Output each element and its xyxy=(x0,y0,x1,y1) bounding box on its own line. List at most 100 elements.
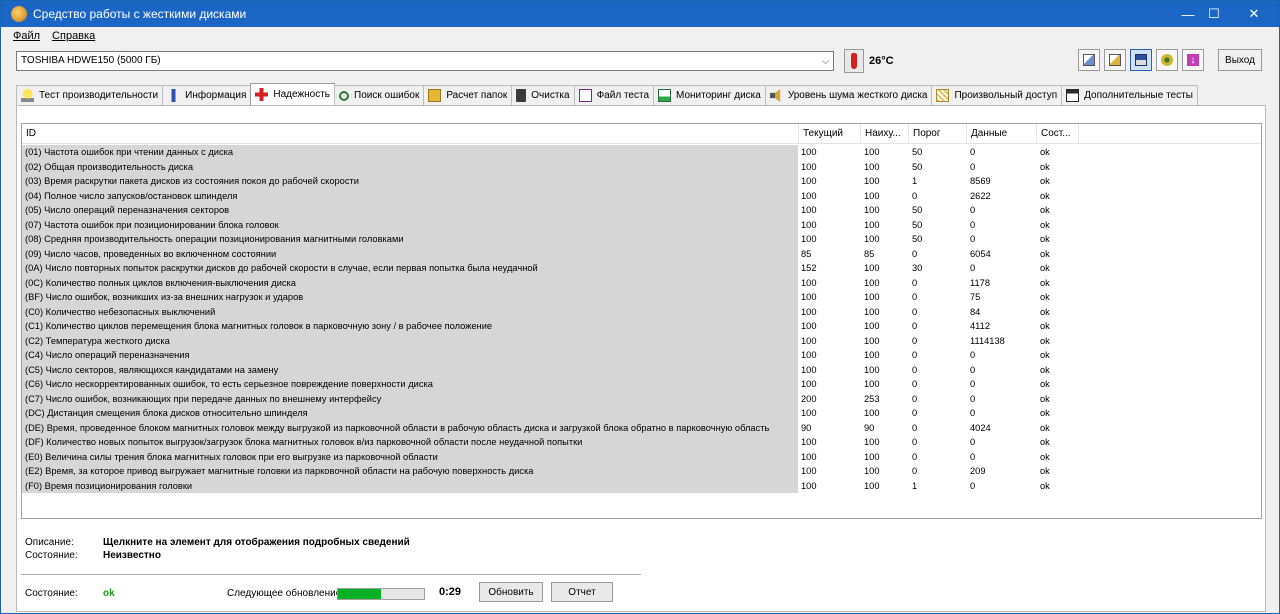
table-row[interactable]: (DF) Количество новых попыток выгрузок/з… xyxy=(22,435,1079,450)
column-header-data[interactable]: Данные xyxy=(967,124,1037,144)
drive-select[interactable]: TOSHIBA HDWE150 (5000 ГБ) ⌵ xyxy=(16,51,834,71)
table-row[interactable]: (04) Полное число запусков/остановок шпи… xyxy=(22,188,1079,203)
report-button[interactable]: Отчет xyxy=(551,582,613,602)
tab-cleanup[interactable]: Очистка xyxy=(511,85,575,105)
refresh-button[interactable]: Обновить xyxy=(479,582,543,602)
title-bar[interactable]: Средство работы с жесткими дисками — ☐ ✕ xyxy=(1,1,1279,27)
cell-threshold: 1 xyxy=(909,174,967,189)
column-header-current[interactable]: Текущий xyxy=(799,124,861,144)
cell-data: 0 xyxy=(967,362,1037,377)
cell-worst: 100 xyxy=(861,290,909,305)
smart-attributes-table[interactable]: ID Текущий Наиху... Порог Данные Сост...… xyxy=(21,123,1262,519)
divider xyxy=(21,574,641,575)
table-row[interactable]: (01) Частота ошибок при чтении данных с … xyxy=(22,145,1079,160)
cell-current: 152 xyxy=(798,261,861,276)
tab-folder-usage[interactable]: Расчет папок xyxy=(423,85,513,105)
cell-data: 6054 xyxy=(967,246,1037,261)
maximize-button[interactable]: ☐ xyxy=(1193,1,1235,27)
cell-data: 0 xyxy=(967,449,1037,464)
cell-threshold: 0 xyxy=(909,246,967,261)
table-row[interactable]: (BF) Число ошибок, возникших из-за внешн… xyxy=(22,290,1079,305)
cell-status: ok xyxy=(1037,159,1079,174)
cell-worst: 100 xyxy=(861,217,909,232)
table-row[interactable]: (E2) Время, за которое привод выгружает … xyxy=(22,464,1079,479)
tab-disk-monitoring[interactable]: Мониторинг диска xyxy=(653,85,766,105)
cell-current: 85 xyxy=(798,246,861,261)
cell-worst: 100 xyxy=(861,319,909,334)
menu-file[interactable]: Файл xyxy=(13,30,40,42)
tab-extra-tests[interactable]: Дополнительные тесты xyxy=(1061,85,1198,105)
table-row[interactable]: (DE) Время, проведенное блоком магнитных… xyxy=(22,420,1079,435)
column-header-worst[interactable]: Наиху... xyxy=(861,124,909,144)
close-button[interactable]: ✕ xyxy=(1231,1,1277,27)
tab-random-access[interactable]: Произвольный доступ xyxy=(931,85,1063,105)
cell-status: ok xyxy=(1037,145,1079,160)
table-row[interactable]: (09) Число часов, проведенных во включен… xyxy=(22,246,1079,261)
cell-id: (08) Средняя производительность операции… xyxy=(22,232,798,247)
column-header-id[interactable]: ID xyxy=(22,124,799,144)
tab-noise-level[interactable]: Уровень шума жесткого диска xyxy=(764,85,933,105)
description-value: Щелкните на элемент для отображения подр… xyxy=(103,537,410,548)
details-state-value: Неизвестно xyxy=(103,550,161,561)
table-row[interactable]: (C5) Число секторов, являющихся кандидат… xyxy=(22,362,1079,377)
cell-id: (C2) Температура жесткого диска xyxy=(22,333,798,348)
table-row[interactable]: (03) Время раскрутки пакета дисков из со… xyxy=(22,174,1079,189)
copy-button[interactable] xyxy=(1078,49,1100,71)
copy-icon xyxy=(1083,54,1095,66)
cell-data: 0 xyxy=(967,217,1037,232)
cell-data: 0 xyxy=(967,391,1037,406)
cell-worst: 85 xyxy=(861,246,909,261)
cell-id: (C1) Количество циклов перемещения блока… xyxy=(22,319,798,334)
cell-id: (DC) Дистанция смещения блока дисков отн… xyxy=(22,406,798,421)
tab-performance-test[interactable]: Тест производительности xyxy=(16,85,164,105)
cell-status: ok xyxy=(1037,420,1079,435)
table-row[interactable]: (C7) Число ошибок, возникающих при перед… xyxy=(22,391,1079,406)
cell-id: (04) Полное число запусков/остановок шпи… xyxy=(22,188,798,203)
menu-help[interactable]: Справка xyxy=(52,30,95,42)
table-row[interactable]: (C2) Температура жесткого диска 100 100 0 11… xyxy=(22,333,1079,348)
tab-reliability[interactable]: Надежность xyxy=(250,83,336,105)
cell-id: (02) Общая производительность диска xyxy=(22,159,798,174)
column-header-threshold[interactable]: Порог xyxy=(909,124,967,144)
table-row[interactable]: (C6) Число нескорректированных ошибок, т… xyxy=(22,377,1079,392)
cell-data: 84 xyxy=(967,304,1037,319)
table-row[interactable]: (02) Общая производительность диска 100 10… xyxy=(22,159,1079,174)
random-access-icon xyxy=(936,89,950,102)
download-button[interactable]: ↓ xyxy=(1182,49,1204,71)
cell-threshold: 0 xyxy=(909,449,967,464)
cell-worst: 100 xyxy=(861,188,909,203)
column-header-status[interactable]: Сост... xyxy=(1037,124,1079,144)
table-row[interactable]: (E0) Величина силы трения блока магнитны… xyxy=(22,449,1079,464)
table-row[interactable]: (05) Число операций переназначения секто… xyxy=(22,203,1079,218)
chevron-down-icon[interactable]: ⌵ xyxy=(822,52,829,70)
tab-information[interactable]: Информация xyxy=(162,85,252,105)
tab-error-scan[interactable]: Поиск ошибок xyxy=(334,85,425,105)
cell-current: 100 xyxy=(798,188,861,203)
download-arrow-icon: ↓ xyxy=(1187,54,1199,66)
countdown-timer: 0:29 xyxy=(439,586,462,598)
table-row[interactable]: (C1) Количество циклов перемещения блока… xyxy=(22,319,1079,334)
cell-worst: 100 xyxy=(861,362,909,377)
table-row[interactable]: (C0) Количество небезопасных выключений 1… xyxy=(22,304,1079,319)
cell-threshold: 0 xyxy=(909,420,967,435)
cell-status: ok xyxy=(1037,391,1079,406)
trash-icon xyxy=(516,89,527,102)
save-button[interactable] xyxy=(1130,49,1152,71)
exit-button[interactable]: Выход xyxy=(1218,49,1262,71)
table-row[interactable]: (0A) Число повторных попыток раскрутки д… xyxy=(22,261,1079,276)
table-row[interactable]: (DC) Дистанция смещения блока дисков отн… xyxy=(22,406,1079,421)
cell-threshold: 0 xyxy=(909,348,967,363)
tab-test-file[interactable]: Файл теста xyxy=(573,85,654,105)
table-row[interactable]: (0C) Количество полных циклов включения-… xyxy=(22,275,1079,290)
copy-all-button[interactable] xyxy=(1104,49,1126,71)
table-row[interactable]: (C4) Число операций переназначения 100 100… xyxy=(22,348,1079,363)
description-label: Описание: xyxy=(25,537,74,548)
table-header: ID Текущий Наиху... Порог Данные Сост... xyxy=(22,124,1261,144)
table-row[interactable]: (07) Частота ошибок при позиционировании… xyxy=(22,217,1079,232)
table-row[interactable]: (08) Средняя производительность операции… xyxy=(22,232,1079,247)
cell-data: 4112 xyxy=(967,319,1037,334)
monitor-chart-icon xyxy=(658,89,671,102)
thermometer-icon xyxy=(844,49,864,73)
options-button[interactable] xyxy=(1156,49,1178,71)
table-row[interactable]: (F0) Время позиционирования головки 100 10… xyxy=(22,478,1079,493)
